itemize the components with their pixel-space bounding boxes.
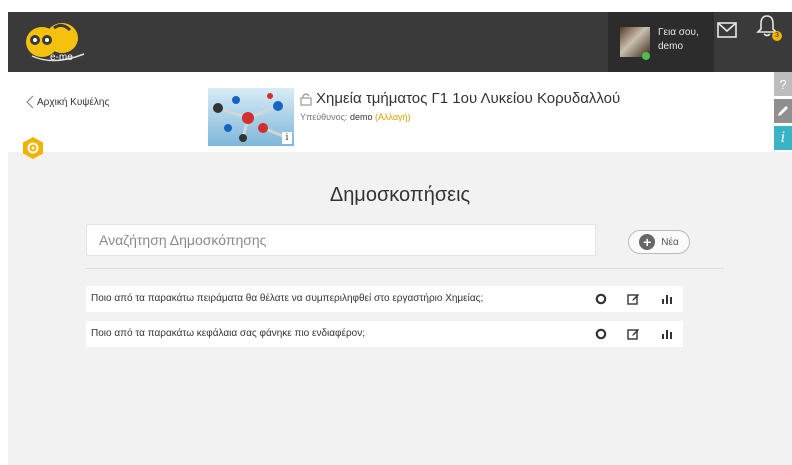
change-owner-link[interactable]: (Αλλαγή) bbox=[375, 112, 411, 122]
polls-panel: Δημοσκοπήσεις + Νέα Ποιο από τα παρακάτω… bbox=[8, 152, 792, 465]
back-label: Αρχική Κυψέλης bbox=[37, 96, 110, 108]
poll-row[interactable]: Ποιο από τα παρακάτω κεφάλαια σας φάνηκε… bbox=[86, 321, 584, 347]
poll-question: Ποιο από τα παρακάτω πειράματα θα θέλατε… bbox=[91, 293, 484, 304]
view-poll-button[interactable] bbox=[591, 324, 611, 344]
pencil-icon bbox=[778, 106, 788, 116]
greeting-text: Γεια σου, bbox=[658, 27, 699, 38]
circle-icon bbox=[595, 328, 606, 340]
online-status-dot bbox=[642, 52, 650, 60]
help-button[interactable]: ? bbox=[774, 72, 792, 96]
poll-row-actions bbox=[584, 286, 683, 312]
e-me-logo[interactable]: e-me bbox=[24, 20, 90, 66]
edit-poll-button[interactable] bbox=[624, 289, 644, 309]
lock-icon bbox=[300, 92, 312, 106]
search-input[interactable] bbox=[86, 224, 596, 256]
top-bar: e-me Γεια σου, demo bbox=[8, 12, 792, 72]
course-title-text: Χημεία τμήματος Γ1 1ου Λυκείου Κορυδαλλο… bbox=[316, 90, 621, 107]
info-button[interactable]: i bbox=[774, 126, 792, 150]
poll-results-button[interactable] bbox=[657, 324, 677, 344]
poll-row-actions bbox=[584, 321, 683, 347]
username: demo bbox=[658, 41, 684, 52]
course-settings-button[interactable] bbox=[21, 136, 45, 160]
new-poll-button[interactable]: + Νέα bbox=[628, 230, 690, 254]
new-poll-label: Νέα bbox=[661, 236, 679, 248]
edit-icon bbox=[627, 328, 639, 340]
owner-label: Υπεύθυνος: bbox=[300, 112, 348, 122]
owner-name: demo bbox=[349, 112, 373, 122]
logo-text: e-me bbox=[50, 52, 73, 63]
back-to-home-link[interactable]: Αρχική Κυψέλης bbox=[26, 95, 109, 109]
course-owner: Υπεύθυνος: demo (Αλλαγή) bbox=[300, 112, 411, 122]
notification-count-badge: 3 bbox=[772, 31, 782, 41]
notifications-button[interactable]: 3 bbox=[756, 14, 784, 44]
view-poll-button[interactable] bbox=[591, 289, 611, 309]
edit-course-button[interactable] bbox=[774, 99, 792, 123]
edit-icon bbox=[627, 293, 639, 305]
mail-icon bbox=[717, 22, 737, 38]
info-icon: i bbox=[780, 130, 786, 146]
course-title: Χημεία τμήματος Γ1 1ου Λυκείου Κορυδαλλο… bbox=[300, 90, 620, 107]
help-icon: ? bbox=[779, 76, 787, 92]
plus-icon: + bbox=[639, 234, 656, 250]
poll-question: Ποιο από τα παρακάτω κεφάλαια σας φάνηκε… bbox=[91, 328, 366, 339]
poll-results-button[interactable] bbox=[657, 289, 677, 309]
gear-icon bbox=[23, 137, 43, 159]
chevron-left-icon bbox=[26, 95, 34, 109]
edit-poll-button[interactable] bbox=[624, 324, 644, 344]
bar-chart-icon bbox=[661, 330, 672, 339]
page-title: Δημοσκοπήσεις bbox=[329, 184, 471, 206]
poll-row[interactable]: Ποιο από τα παρακάτω πειράματα θα θέλατε… bbox=[86, 286, 584, 312]
bar-chart-icon bbox=[661, 295, 672, 304]
circle-icon bbox=[595, 293, 606, 305]
bee-logo-icon: e-me bbox=[26, 23, 85, 63]
side-tools: ? i bbox=[774, 72, 792, 153]
thumbnail-info-button[interactable]: i bbox=[282, 132, 292, 144]
greeting: Γεια σου, demo bbox=[658, 26, 699, 54]
course-thumbnail: i bbox=[208, 88, 294, 146]
user-menu[interactable]: Γεια σου, demo bbox=[608, 12, 714, 72]
divider bbox=[86, 268, 724, 269]
messages-button[interactable] bbox=[712, 17, 742, 43]
